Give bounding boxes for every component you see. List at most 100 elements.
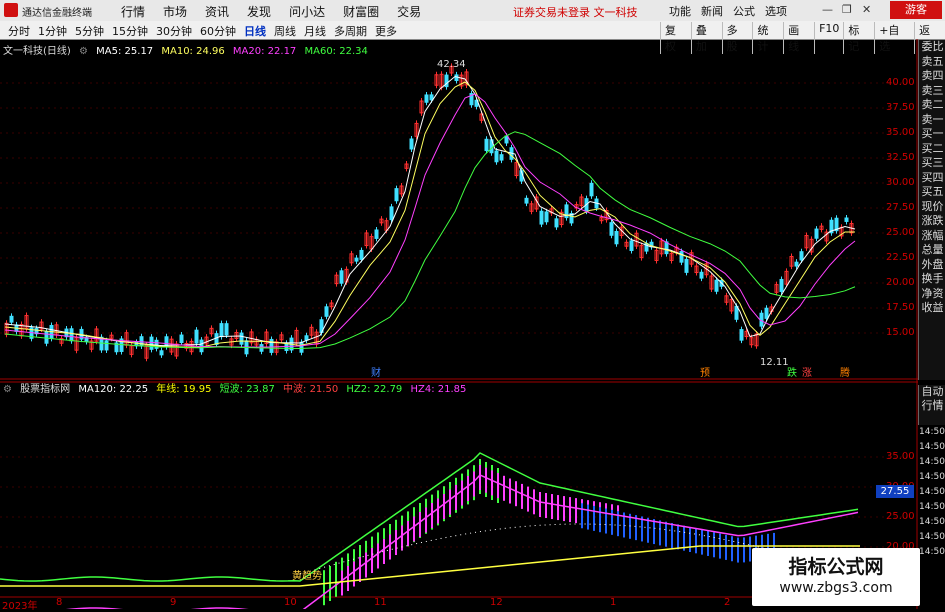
sidebar-sell2[interactable]: 卖二 [919,98,945,113]
sidebar-buy4[interactable]: 买四 [919,171,945,186]
period-5min[interactable]: 5分钟 [71,23,108,39]
candle-body [394,188,399,202]
candle-body [714,279,719,292]
sidebar-sell3[interactable]: 卖三 [919,84,945,99]
sidebar-buy3[interactable]: 买三 [919,156,945,171]
sidebar-sell5[interactable]: 卖五 [919,55,945,70]
candle-body [214,333,219,345]
period-15min[interactable]: 15分钟 [108,23,152,39]
menu-item-shichang[interactable]: 市场 [154,3,196,20]
candle-body [354,257,359,262]
trend-annotation: 黄趋势 [292,571,322,582]
sidebar-hangqing[interactable]: 行情 [919,399,945,413]
candle-body [544,211,549,223]
menu-item-caifuquan[interactable]: 财富圈 [334,3,388,20]
menu-item-hangqing[interactable]: 行情 [112,3,154,20]
period-more[interactable]: 更多 [371,23,401,39]
menu-item-faxian[interactable]: 发现 [238,3,280,20]
event-tag-zhang[interactable]: 涨 [802,364,812,379]
sidebar-auto[interactable]: 自动 [919,385,945,399]
sidebar-turnover[interactable]: 换手 [919,272,945,287]
menu-item-xinwen[interactable]: 新闻 [696,3,728,19]
sidebar-outer[interactable]: 外盘 [919,258,945,273]
candle-body [389,206,394,221]
menu-item-gongneng[interactable]: 功能 [664,3,696,19]
menu-item-gongshi[interactable]: 公式 [728,3,760,19]
candle-body [374,229,379,239]
candle-body [424,94,429,103]
sidebar-weibi[interactable]: 委比 [919,40,945,55]
settings-icon[interactable]: ⚙ [79,46,88,57]
candle-body [499,154,504,161]
candle-body [494,150,499,163]
sidebar-netasset[interactable]: 净资 [919,287,945,302]
candle-body [429,94,434,101]
menu-item-xuanxiang[interactable]: 选项 [760,3,792,19]
date-label: 11 [374,597,387,608]
price-label: 22.50 [886,252,915,263]
menu-item-zixun[interactable]: 资讯 [196,3,238,20]
period-toolbar: 分时 1分钟 5分钟 15分钟 30分钟 60分钟 日线 周线 月线 多周期 更… [0,21,945,54]
period-fenshi[interactable]: 分时 [4,23,34,39]
period-1min[interactable]: 1分钟 [34,23,71,39]
close-icon[interactable]: ✕ [862,3,871,16]
event-tag-cai[interactable]: 财 [371,364,381,379]
period-60min[interactable]: 60分钟 [196,23,240,39]
indicator-name: 股票指标网 [20,384,71,395]
sidebar-sell4[interactable]: 卖四 [919,69,945,84]
ma5-line [4,75,856,347]
low-price-label: 12.11 [760,357,789,368]
chart-area[interactable]: 文一科技(日线) ⚙ MA5: 25.17 MA10: 24.96 MA20: … [0,39,945,612]
title-bar: 通达信金融终端 行情 市场 资讯 发现 问小达 财富圈 交易 证券交易未登录 文… [0,0,945,21]
sidebar-buy2[interactable]: 买二 [919,142,945,157]
ma10-value: MA10: 24.96 [161,46,225,57]
price-label: 32.50 [886,152,915,163]
period-monthly[interactable]: 月线 [300,23,330,39]
period-tabs: 分时 1分钟 5分钟 15分钟 30分钟 60分钟 日线 周线 月线 多周期 更… [4,23,401,39]
candle-body [504,135,509,144]
sidebar-pct[interactable]: 涨幅 [919,229,945,244]
event-tag-die[interactable]: 跌 [787,364,797,379]
mid-wave-line [65,474,859,609]
candle-body [699,271,704,279]
short-wave-value: 短波: 23.87 [219,384,275,395]
minimize-icon[interactable]: — [822,3,833,16]
price-label: 15.00 [886,327,915,338]
restore-icon[interactable]: ❐ [842,3,852,16]
guest-button[interactable]: 游客 [890,1,942,19]
price-label: 40.00 [886,77,915,88]
candle-body [9,315,14,323]
candle-body [304,335,309,341]
event-tag-teng[interactable]: 腾 [840,364,850,379]
indicator-y-label: 35.00 [886,451,915,462]
sidebar-sell1[interactable]: 卖一 [919,113,945,128]
sidebar-change[interactable]: 涨跌 [919,214,945,229]
candle-body [44,330,49,344]
login-notice[interactable]: 证券交易未登录 文一科技 [513,4,638,20]
menu-item-wenxiaoda[interactable]: 问小达 [280,3,334,20]
period-weekly[interactable]: 周线 [270,23,300,39]
indicator-settings-icon[interactable]: ⚙ [3,384,12,395]
period-daily[interactable]: 日线 [240,23,270,39]
sidebar-buy5[interactable]: 买五 [919,185,945,200]
candle-body [684,258,689,273]
event-tag-yu[interactable]: 预 [700,364,710,379]
chart-canvas[interactable] [0,39,945,609]
candle-body [524,197,529,204]
sidebar-earnings[interactable]: 收益 [919,301,945,316]
auto-quote-sidebar: 自动 行情 [918,385,945,425]
app-name: 通达信金融终端 [22,8,92,19]
menu-item-jiaoyi[interactable]: 交易 [388,3,430,20]
price-label: 35.00 [886,127,915,138]
period-multi[interactable]: 多周期 [330,23,371,39]
candle-body [629,240,634,252]
sidebar-volume[interactable]: 总量 [919,243,945,258]
watermark-title: 指标公式网 [788,556,884,578]
sidebar-buy1[interactable]: 买一 [919,127,945,142]
sidebar-price[interactable]: 现价 [919,200,945,215]
period-30min[interactable]: 30分钟 [152,23,196,39]
candle-body [779,278,784,292]
high-price-label: 42.34 [437,59,466,70]
date-label: 12 [490,597,503,608]
watermark-url: www.zbgs3.com [779,580,893,596]
